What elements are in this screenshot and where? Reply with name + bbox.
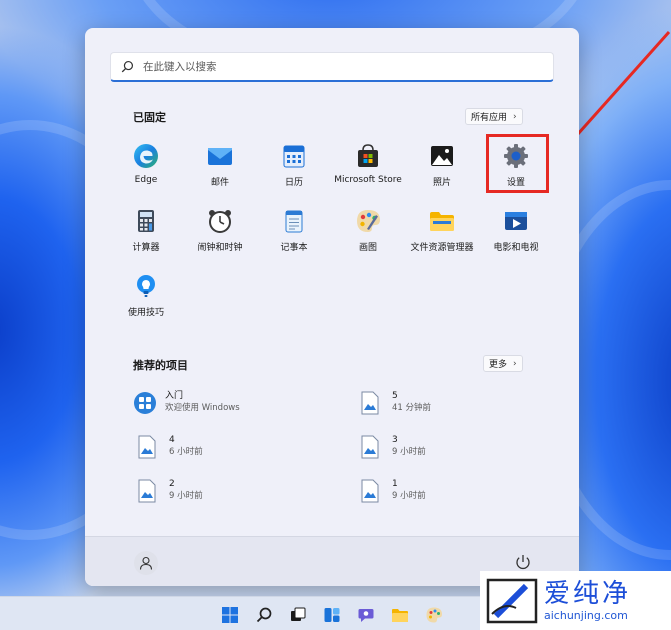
watermark-title: 爱纯净 (544, 579, 632, 609)
watermark-logo-icon (486, 578, 538, 623)
item-detail: 6 小时前 (169, 447, 203, 457)
user-avatar-icon (139, 556, 153, 570)
chat-icon[interactable] (357, 606, 375, 624)
app-label: 画图 (358, 243, 377, 253)
app-label: 闹钟和时钟 (197, 243, 243, 253)
item-detail: 41 分钟前 (392, 403, 432, 413)
file-explorer-icon[interactable] (391, 606, 409, 624)
item-name: 3 (392, 435, 398, 445)
app-label: Microsoft Store (334, 175, 402, 185)
mail-icon (205, 141, 235, 171)
watermark-url: aichunjing.com (544, 609, 628, 622)
app-label: 使用技巧 (127, 308, 164, 318)
recommended-title: 推荐的项目 (133, 359, 188, 372)
widgets-icon[interactable] (323, 606, 341, 624)
calculator-icon (131, 206, 161, 236)
image-file-icon (361, 435, 379, 459)
tips-icon (131, 271, 161, 301)
item-name: 4 (169, 435, 175, 445)
app-label: 日历 (284, 178, 303, 188)
image-file-icon (361, 391, 379, 415)
file-explorer-icon (427, 206, 457, 236)
app-label: 计算器 (132, 243, 160, 253)
item-name: 入门 (165, 391, 184, 401)
search-placeholder: 在此键入以搜索 (143, 61, 217, 73)
item-name: 2 (169, 479, 175, 489)
item-name: 5 (392, 391, 398, 401)
pinned-app-calculator[interactable]: 计算器 (106, 206, 186, 262)
user-avatar-button[interactable] (134, 551, 158, 575)
notepad-icon (279, 206, 309, 236)
pinned-app-movies-tv[interactable]: 电影和电视 (476, 206, 556, 262)
app-label: 照片 (432, 178, 451, 188)
search-input[interactable]: 在此键入以搜索 (110, 52, 554, 82)
recommended-item[interactable]: 3 9 小时前 (360, 434, 426, 459)
image-file-icon (361, 479, 379, 503)
app-label: 记事本 (280, 243, 308, 253)
pinned-app-calendar[interactable]: 日历 (254, 141, 334, 197)
get-started-icon (134, 392, 156, 414)
more-button[interactable]: 更多 › (483, 355, 523, 372)
task-view-icon[interactable] (289, 606, 307, 624)
recommended-item[interactable]: 4 6 小时前 (137, 434, 203, 459)
photos-icon (427, 141, 457, 171)
paint-icon (353, 206, 383, 236)
search-icon[interactable] (255, 606, 273, 624)
power-icon[interactable] (514, 553, 532, 571)
windows-start-icon[interactable] (221, 606, 239, 624)
all-apps-label: 所有应用 (471, 113, 508, 123)
alarm-clock-icon (205, 206, 235, 236)
pinned-app-mail[interactable]: 邮件 (180, 141, 260, 197)
recommended-item[interactable]: 入门 欢迎使用 Windows (133, 390, 240, 415)
recommended-item[interactable]: 1 9 小时前 (360, 478, 426, 503)
item-detail: 欢迎使用 Windows (165, 403, 240, 413)
paint-icon[interactable] (425, 606, 443, 624)
pinned-app-edge[interactable]: Edge (106, 141, 186, 197)
pinned-app-microsoft-store[interactable]: Microsoft Store (328, 141, 408, 197)
settings-highlight-box (486, 134, 549, 193)
store-icon (353, 141, 383, 171)
edge-icon (131, 141, 161, 171)
chevron-right-icon: › (513, 358, 517, 369)
app-label: Edge (134, 175, 158, 185)
more-label: 更多 (489, 360, 508, 370)
app-label: 电影和电视 (493, 243, 539, 253)
app-label: 文件资源管理器 (410, 243, 474, 253)
item-detail: 9 小时前 (392, 491, 426, 501)
start-menu: 在此键入以搜索 已固定 所有应用 › Edge 邮件 日历 Microsoft … (85, 28, 579, 586)
item-name: 1 (392, 479, 398, 489)
recommended-item[interactable]: 5 41 分钟前 (360, 390, 431, 415)
chevron-right-icon: › (513, 111, 517, 122)
image-file-icon (138, 435, 156, 459)
pinned-app-tips[interactable]: 使用技巧 (106, 271, 186, 327)
movies-tv-icon (501, 206, 531, 236)
search-icon (121, 60, 134, 73)
pinned-app-file-explorer[interactable]: 文件资源管理器 (402, 206, 482, 262)
app-label: 邮件 (210, 178, 229, 188)
pinned-app-photos[interactable]: 照片 (402, 141, 482, 197)
image-file-icon (138, 479, 156, 503)
pinned-title: 已固定 (133, 111, 166, 124)
pinned-app-notepad[interactable]: 记事本 (254, 206, 334, 262)
calendar-icon (279, 141, 309, 171)
item-detail: 9 小时前 (169, 491, 203, 501)
watermark: 爱纯净 aichunjing.com (480, 571, 671, 630)
pinned-app-alarms-clock[interactable]: 闹钟和时钟 (180, 206, 260, 262)
pinned-app-paint[interactable]: 画图 (328, 206, 408, 262)
recommended-item[interactable]: 2 9 小时前 (137, 478, 203, 503)
item-detail: 9 小时前 (392, 447, 426, 457)
all-apps-button[interactable]: 所有应用 › (465, 108, 523, 125)
